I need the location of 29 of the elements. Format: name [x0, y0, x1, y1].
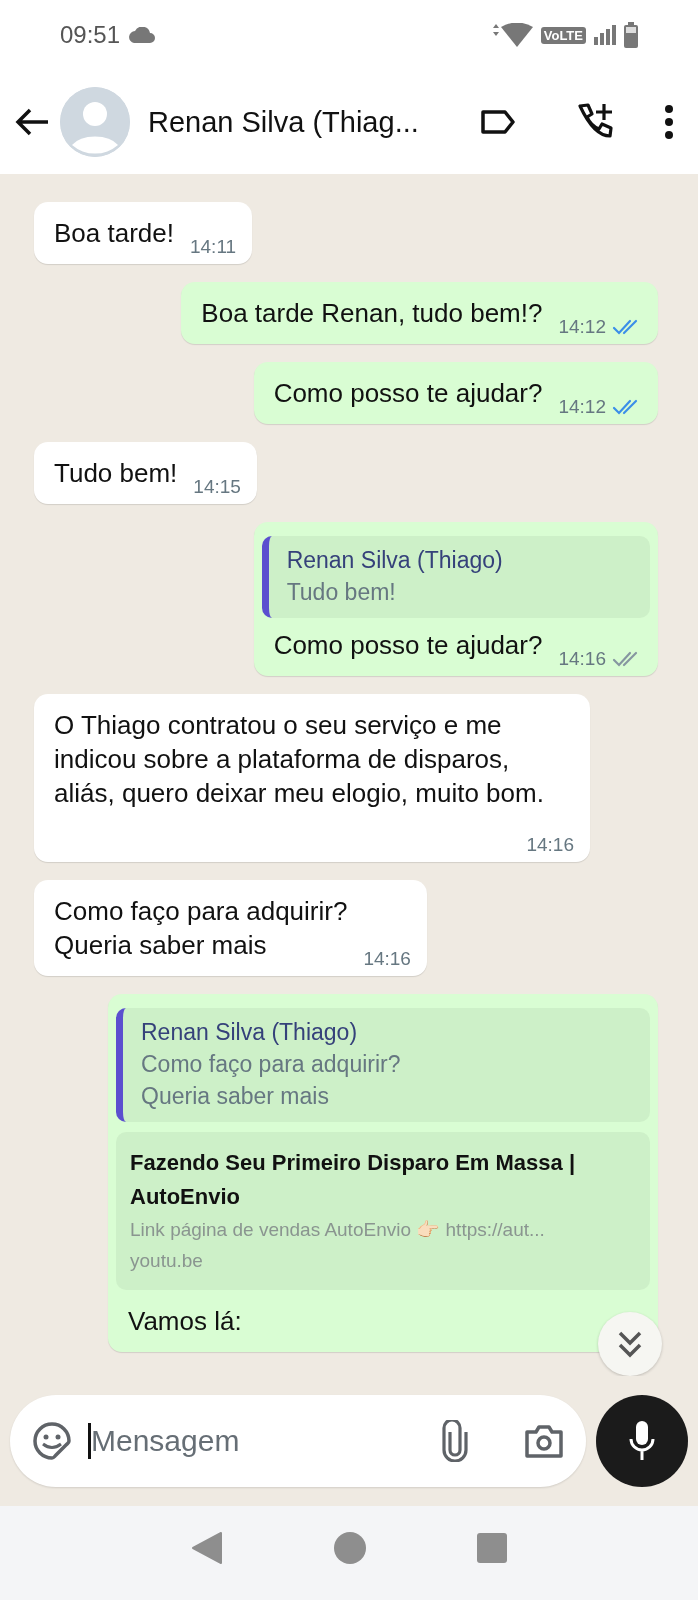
- quoted-author: Renan Silva (Thiago): [141, 1018, 359, 1047]
- message-text: Vamos lá:: [128, 1305, 243, 1338]
- link-description: Link página de vendas AutoEnvio 👉🏻 https://aut...: [130, 1218, 546, 1242]
- quoted-text: Como faço para adquirir? Queria saber mais: [141, 1050, 402, 1111]
- link-title: Fazendo Seu Primeiro Disparo Em Massa | AutoEnvio: [130, 1149, 577, 1211]
- message-text: Boa tarde!: [54, 217, 174, 250]
- quoted-message[interactable]: Renan Silva (Thiago) Como faço para adquirir? Queria saber mais: [116, 1008, 650, 1122]
- message-time: 14:11: [190, 236, 237, 258]
- quoted-author: Renan Silva (Thiago): [286, 546, 504, 575]
- message-text: Como posso te ajudar?: [273, 377, 543, 410]
- volte-badge: VoLTE: [540, 26, 586, 44]
- message-text: Boa tarde Renan, tudo bem!?: [201, 297, 543, 330]
- message-time: 14:12: [558, 316, 606, 338]
- quoted-message[interactable]: Renan Silva (Thiago) Tudo bem!: [261, 536, 650, 618]
- quoted-text: Tudo bem!: [286, 578, 397, 607]
- message-time: 14:12: [558, 396, 606, 418]
- link-preview[interactable]: Fazendo Seu Primeiro Disparo Em Massa | AutoEnvio Link página de vendas AutoEnvio 👉🏻 https://aut... youtu.be: [116, 1132, 650, 1290]
- clock: 09:51: [60, 21, 121, 49]
- message-text: Como posso te ajudar?: [273, 629, 543, 662]
- message-field[interactable]: Mensagem: [88, 1423, 426, 1459]
- message-text: O Thiago contratou o seu serviço e me indicou sobre a plataforma de disparos, aliás, quero deixar meu elogio, muito bom.: [54, 709, 545, 810]
- link-domain: youtu.be: [130, 1249, 204, 1273]
- contact-name[interactable]: Renan Silva (Thiag...: [148, 105, 470, 139]
- message-time: 14:15: [193, 476, 241, 498]
- message-text: Como faço para adquirir? Queria saber mais: [54, 895, 348, 962]
- message-time: 14:16: [526, 834, 574, 856]
- message-time: 14:16: [558, 648, 606, 670]
- message-text: Tudo bem!: [54, 457, 178, 490]
- message-time: 14:16: [363, 948, 411, 970]
